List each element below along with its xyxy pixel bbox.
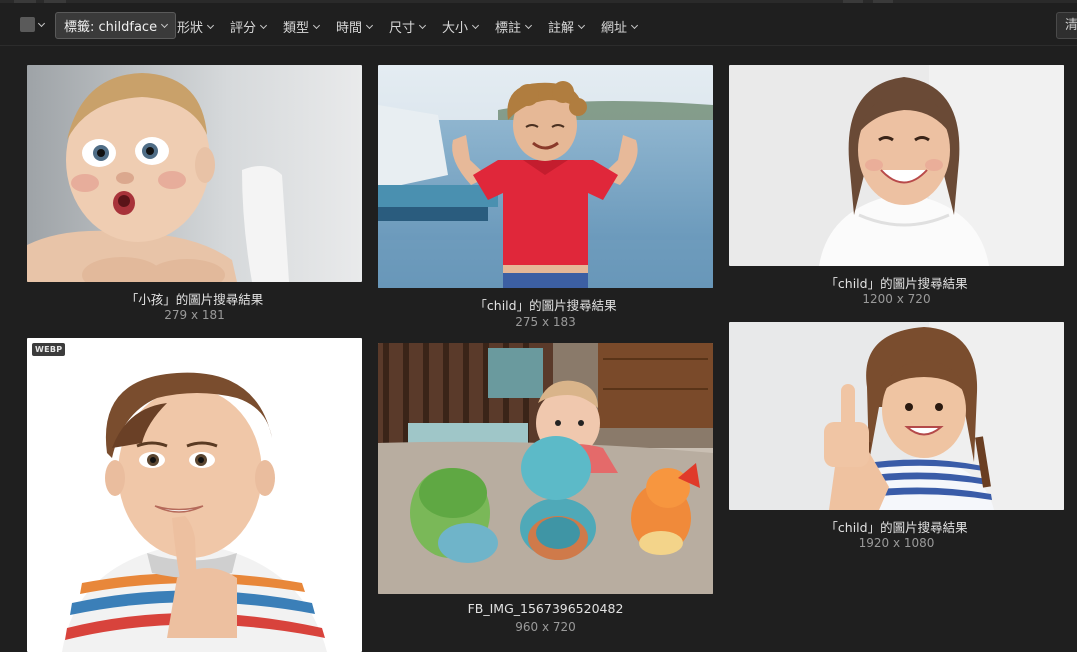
filter-url[interactable]: 網址 (601, 17, 639, 36)
filter-label: 大小 (442, 21, 469, 36)
result-caption: 「child」的圖片搜尋結果 (825, 276, 968, 291)
result-thumbnail[interactable] (729, 65, 1064, 266)
tag-filter-chip[interactable]: 標籤: childface (55, 12, 177, 39)
top-edge-tab (14, 0, 36, 3)
filter-shape[interactable]: 形狀 (177, 17, 215, 36)
filter-label: 評分 (230, 21, 257, 36)
filter-label: 註解 (548, 21, 575, 36)
filter-label: 網址 (601, 21, 628, 36)
filter-label: 尺寸 (389, 21, 416, 36)
top-edge-tab (44, 0, 66, 3)
baby-photo (27, 65, 362, 282)
chevron-down-icon (259, 21, 268, 29)
chevron-down-icon (365, 21, 374, 29)
filter-time[interactable]: 時間 (336, 17, 374, 36)
filter-annotation[interactable]: 標註 (495, 17, 533, 36)
clear-button[interactable]: 清 (1056, 12, 1077, 39)
filter-comment[interactable]: 註解 (548, 17, 586, 36)
chevron-down-icon (312, 21, 321, 29)
filter-rating[interactable]: 評分 (230, 17, 268, 36)
baby-plush-toys-photo (378, 343, 713, 594)
result-dimensions: 1200 x 720 (862, 292, 931, 306)
result-thumbnail[interactable] (378, 65, 713, 288)
chevron-down-icon (524, 21, 533, 29)
format-badge: WEBP (32, 343, 66, 356)
image-result-card[interactable]: 「child」的圖片搜尋結果 1200 x 720 (729, 65, 1064, 311)
chevron-down-icon (418, 21, 427, 29)
select-all-dropdown[interactable] (20, 17, 46, 32)
result-dimensions: 960 x 720 (515, 620, 576, 634)
image-result-card[interactable]: WEBP (27, 338, 362, 652)
image-result-card[interactable]: 「小孩」的圖片搜尋結果 279 x 181 (27, 65, 362, 327)
result-dimensions: 1920 x 1080 (858, 536, 935, 550)
result-thumbnail[interactable] (378, 343, 713, 594)
filter-type[interactable]: 類型 (283, 17, 321, 36)
filter-label: 時間 (336, 21, 363, 36)
chevron-down-icon (161, 20, 169, 28)
chevron-down-icon (577, 21, 586, 29)
smiling-girl-photo (729, 65, 1064, 266)
boy-striped-shirt-photo (27, 338, 362, 652)
chevron-down-icon (37, 19, 46, 27)
result-caption: FB_IMG_1567396520482 (467, 601, 624, 616)
chevron-down-icon (471, 21, 480, 29)
select-all-checkbox[interactable] (20, 17, 35, 32)
result-dimensions: 275 x 183 (515, 315, 576, 329)
result-caption: 「child」的圖片搜尋結果 (825, 520, 968, 535)
filter-size[interactable]: 大小 (442, 17, 480, 36)
filter-toolbar: 標籤: childface 形狀 評分 類型 時間 尺寸 大小 標註 註解 網址… (0, 0, 1077, 46)
filter-label: 形狀 (177, 21, 204, 36)
thumbs-up-girl-photo (729, 322, 1064, 510)
chevron-down-icon (206, 21, 215, 29)
result-caption: 「小孩」的圖片搜尋結果 (125, 292, 264, 307)
result-thumbnail[interactable] (729, 322, 1064, 510)
top-edge-tab (843, 0, 863, 3)
image-result-card[interactable]: FB_IMG_1567396520482 960 x 720 (378, 343, 713, 639)
result-dimensions: 279 x 181 (164, 308, 225, 322)
result-thumbnail[interactable] (27, 65, 362, 282)
chevron-down-icon (630, 21, 639, 29)
image-result-card[interactable]: 「child」的圖片搜尋結果 1920 x 1080 (729, 322, 1064, 555)
filter-label: 標註 (495, 21, 522, 36)
boy-flexing-photo (378, 65, 713, 288)
result-thumbnail[interactable] (27, 338, 362, 652)
top-edge-tab (873, 0, 893, 3)
tag-filter-label: 標籤: childface (64, 20, 158, 35)
result-caption: 「child」的圖片搜尋結果 (474, 298, 617, 313)
image-result-card[interactable]: 「child」的圖片搜尋結果 275 x 183 (378, 65, 713, 333)
filter-label: 類型 (283, 21, 310, 36)
filter-dimensions[interactable]: 尺寸 (389, 17, 427, 36)
